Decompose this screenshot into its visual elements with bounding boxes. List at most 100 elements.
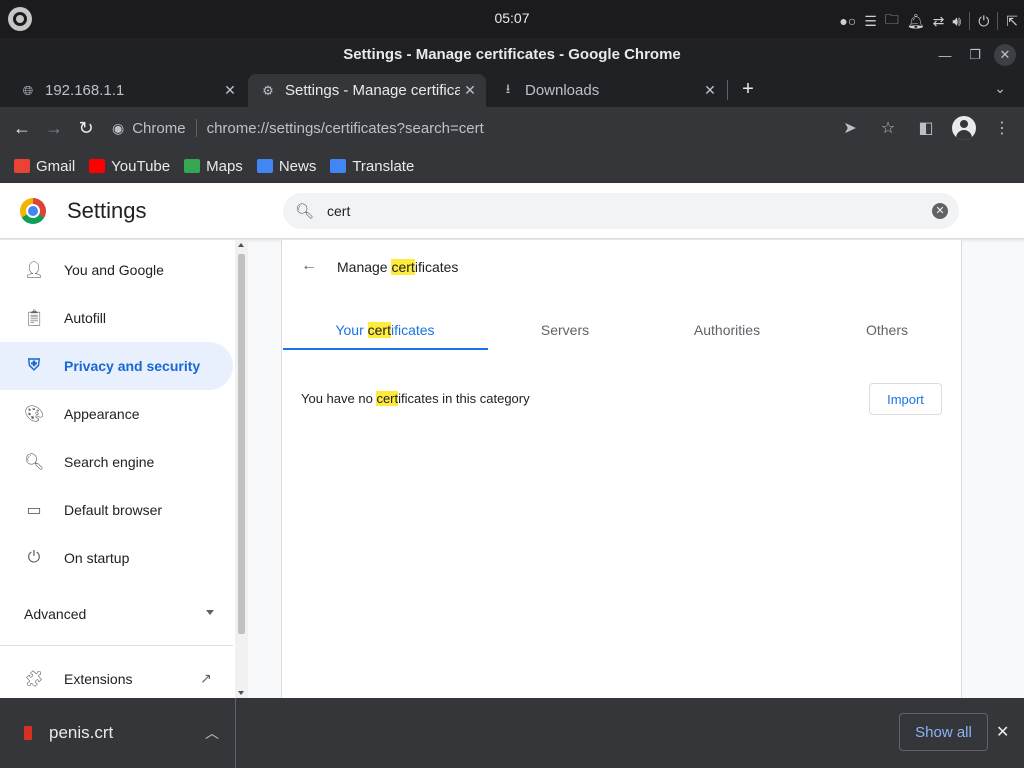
sidebar-item-privacy[interactable]: ⛨ Privacy and security [0, 342, 233, 390]
network-icon[interactable]: ⇄ [933, 13, 945, 30]
back-arrow-icon[interactable]: ← [301, 257, 317, 275]
sidebar-item-label: Appearance [64, 406, 140, 422]
workspace-indicator-icon[interactable]: ●○ [839, 13, 856, 29]
site-chip[interactable]: ◉ Chrome [112, 120, 186, 137]
chrome-icon: ◉ [112, 119, 125, 136]
palette-icon: 🎨︎ [24, 406, 45, 423]
bell-icon[interactable]: 🔔︎ [907, 13, 925, 30]
sidebar-item-label: Search engine [64, 454, 155, 470]
window-controls: — ❐ ✕ [934, 44, 1016, 66]
tab-label: Settings - Manage certificates [285, 82, 460, 99]
import-button[interactable]: Import [869, 383, 942, 415]
tab-downloads[interactable]: ⭳ Downloads ✕ [488, 74, 726, 107]
logout-icon[interactable]: ⇱ [1006, 13, 1018, 30]
tab-your-certificates[interactable]: Your certificates [285, 322, 485, 338]
bookmark-label: YouTube [111, 157, 171, 175]
sidebar-item-label: You and Google [64, 262, 164, 278]
bookmark-youtube[interactable]: YouTube [89, 158, 170, 175]
scrollbar-thumb[interactable] [238, 254, 245, 634]
message-text: ificates in this category [398, 391, 530, 406]
sidebar-item-you-and-google[interactable]: 👤︎ You and Google [0, 246, 233, 294]
page-title: Settings [67, 198, 147, 223]
tab-text: Your [335, 322, 368, 338]
globe-icon: 🌐︎ [22, 82, 34, 98]
sidebar-item-label: Extensions [64, 671, 133, 687]
bookmark-label: Maps [206, 157, 243, 175]
tab-others[interactable]: Others [787, 322, 987, 338]
bookmark-translate[interactable]: Translate [330, 158, 414, 175]
send-icon[interactable]: ➤ [838, 116, 862, 140]
advanced-label: Advanced [24, 606, 87, 622]
settings-header: Settings 🔍︎ ✕ [0, 183, 1024, 239]
sidebar-item-extensions[interactable]: 🧩︎ Extensions [0, 655, 233, 703]
sidebar-item-search-engine[interactable]: 🔍︎ Search engine [0, 438, 233, 486]
profile-avatar[interactable] [952, 116, 976, 140]
search-input[interactable] [327, 203, 907, 219]
news-icon [256, 159, 273, 173]
url-text[interactable]: chrome://settings/certificates?search=ce… [207, 120, 484, 137]
sidebar-item-label: Autofill [64, 310, 107, 326]
volume-icon[interactable]: 🔊︎ [952, 13, 961, 30]
bookmark-maps[interactable]: Maps [184, 158, 243, 175]
omnibox-divider [195, 119, 197, 137]
menu-icon[interactable]: ☰ [864, 13, 877, 30]
back-arrow-icon[interactable]: ← [11, 117, 33, 139]
search-highlight: cert [367, 322, 391, 338]
forward-arrow-icon[interactable]: → [43, 117, 65, 139]
translate-icon [330, 159, 347, 173]
sidebar-item-on-startup[interactable]: ⏻ On startup [0, 534, 233, 582]
address-bar[interactable]: ◉ Chrome chrome://settings/certificates?… [112, 112, 882, 144]
bookmark-label: News [278, 157, 317, 175]
system-tray: ●○ ☰ 🗀 🔔︎ ⇄ 🔊︎ ⏻ ⇱ [839, 9, 1018, 33]
tab-settings[interactable]: ⚙ Settings - Manage certificates ✕ [248, 74, 486, 107]
certificates-card: ← Manage certificates Your certificates … [281, 240, 962, 698]
close-window-icon[interactable]: ✕ [994, 44, 1016, 66]
bookmark-gmail[interactable]: Gmail [14, 158, 75, 175]
scroll-down-arrow-icon[interactable] [238, 691, 244, 695]
scroll-up-arrow-icon[interactable] [238, 243, 244, 247]
close-icon[interactable]: ✕ [996, 722, 1009, 742]
close-tab-icon[interactable]: ✕ [220, 82, 240, 99]
tray-divider [997, 12, 999, 30]
title-text: ificates [414, 259, 459, 275]
bookmark-news[interactable]: News [256, 157, 317, 175]
download-icon: ⭳ [505, 80, 511, 96]
download-item[interactable]: penis.crt ︿ [0, 698, 236, 768]
star-icon[interactable]: ☆ [876, 116, 900, 140]
person-icon: 👤︎ [24, 262, 45, 279]
folder-icon[interactable]: 🗀 [885, 9, 899, 33]
power-icon[interactable]: ⏻ [978, 13, 989, 30]
minimize-icon[interactable]: — [934, 44, 956, 66]
tab-router[interactable]: 🌐︎ 192.168.1.1 ✕ [0, 74, 246, 107]
chrome-logo-icon [20, 198, 46, 224]
restore-icon[interactable]: ❐ [964, 44, 986, 66]
maps-icon [184, 159, 201, 173]
sidebar-advanced-toggle[interactable]: Advanced [24, 606, 224, 622]
sidebar-item-label: On startup [64, 550, 130, 566]
reload-icon[interactable]: ↻ [75, 117, 97, 139]
sidebar-scrollbar[interactable] [235, 240, 248, 698]
tab-search-chevron-icon[interactable]: ⌄ [994, 80, 1006, 97]
open-in-new-icon[interactable]: ↗ [200, 670, 212, 687]
tab-label: 192.168.1.1 [45, 82, 125, 99]
downloads-shelf: penis.crt ︿ Show all ✕ [0, 698, 1024, 768]
more-menu-icon[interactable]: ⋮ [990, 116, 1014, 140]
clear-search-icon[interactable]: ✕ [932, 203, 948, 219]
sidebar-item-appearance[interactable]: 🎨︎ Appearance [0, 390, 233, 438]
settings-search: 🔍︎ ✕ [283, 193, 959, 229]
side-panel-icon[interactable]: ◧ [914, 116, 938, 140]
sidebar-item-default-browser[interactable]: ▭ Default browser [0, 486, 233, 534]
sidebar-item-autofill[interactable]: 📋︎ Autofill [0, 294, 233, 342]
tab-label: Downloads [525, 82, 600, 99]
close-tab-icon[interactable]: ✕ [700, 82, 720, 99]
show-all-button[interactable]: Show all [899, 713, 988, 751]
new-tab-button[interactable]: + [737, 78, 759, 100]
clipboard-icon: 📋︎ [24, 310, 45, 327]
toolbar-actions: ➤ ☆ ◧ ⋮ [838, 116, 1014, 140]
file-icon [24, 726, 32, 740]
close-tab-icon[interactable]: ✕ [460, 82, 480, 99]
gmail-icon [14, 159, 30, 173]
chevron-up-icon[interactable]: ︿ [205, 723, 219, 743]
sidebar-item-label: Default browser [64, 502, 163, 518]
power-icon: ⏻ [27, 549, 41, 566]
